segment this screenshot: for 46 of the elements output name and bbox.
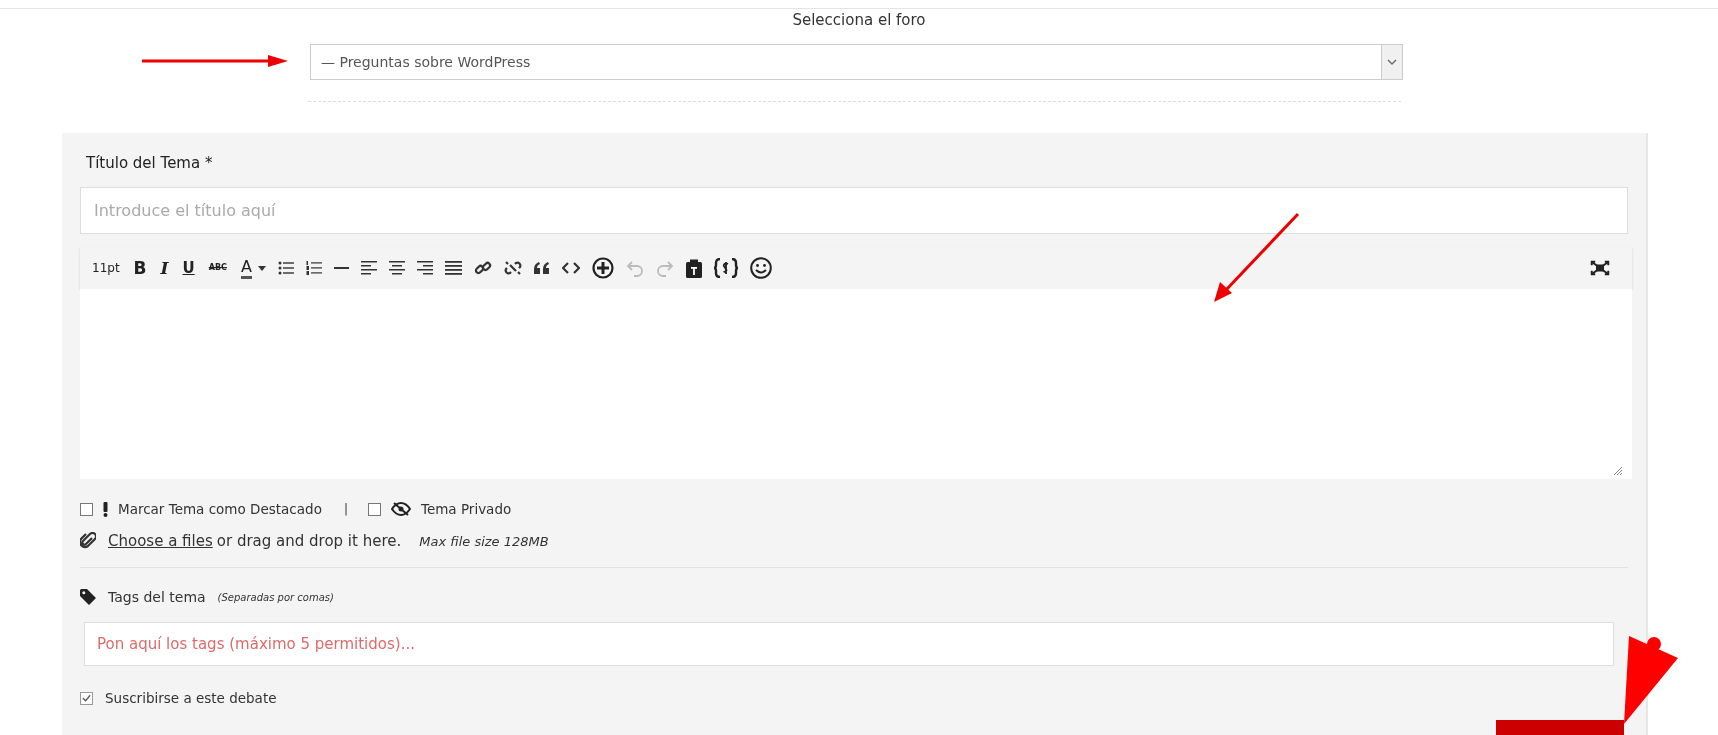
- tags-label: Tags del tema: [108, 589, 206, 605]
- eye-slash-icon: [390, 502, 411, 516]
- italic-button[interactable]: I: [160, 258, 169, 278]
- bold-button[interactable]: B: [133, 258, 147, 278]
- justify-icon[interactable]: [444, 261, 462, 275]
- topic-title-label: Título del Tema *: [86, 153, 214, 173]
- drag-drop-text: or drag and drop it here.: [216, 532, 402, 550]
- align-right-icon[interactable]: [416, 261, 433, 275]
- option-label[interactable]: Tema Privado: [420, 501, 512, 517]
- strikethrough-button[interactable]: ABC: [208, 258, 227, 278]
- exclamation-icon: [103, 501, 108, 517]
- choose-files-link[interactable]: Choose a files: [108, 532, 213, 550]
- fullscreen-icon[interactable]: [1590, 260, 1610, 276]
- paperclip-icon: [80, 532, 96, 550]
- underline-button[interactable]: U: [182, 258, 195, 278]
- horizontal-rule-icon[interactable]: [333, 267, 349, 269]
- checkbox[interactable]: [80, 691, 93, 705]
- clipboard-icon[interactable]: [685, 258, 702, 278]
- tag-icon: [80, 589, 96, 605]
- font-size-button[interactable]: 11pt: [92, 258, 120, 278]
- tags-hint: (Separadas por comas): [217, 591, 334, 603]
- options-separator: |: [343, 502, 348, 516]
- resize-handle-icon[interactable]: [1614, 467, 1622, 475]
- braces-icon[interactable]: [713, 258, 738, 278]
- numbered-list-icon[interactable]: [305, 261, 322, 275]
- bullet-list-icon[interactable]: [277, 261, 294, 275]
- text-color-button[interactable]: A: [240, 257, 252, 279]
- forum-select[interactable]: — Preguntas sobre WordPress: [310, 44, 1403, 80]
- option-label[interactable]: Marcar Tema como Destacado: [118, 501, 322, 517]
- code-icon[interactable]: [561, 262, 580, 274]
- smiley-icon[interactable]: [749, 257, 772, 279]
- max-file-size: Max file size 128MB: [419, 533, 549, 549]
- chevron-icon[interactable]: [1387, 59, 1397, 65]
- subscribe-label[interactable]: Suscribirse a este debate: [105, 690, 277, 706]
- checkbox[interactable]: [80, 502, 93, 516]
- link-icon[interactable]: [473, 259, 492, 277]
- plus-circle-icon[interactable]: [591, 257, 614, 279]
- forum-label: Selecciona el foro: [791, 10, 927, 30]
- checkbox[interactable]: [367, 502, 381, 516]
- caret-icon[interactable]: [257, 265, 266, 271]
- quote-icon[interactable]: [533, 262, 550, 274]
- align-center-icon[interactable]: [388, 261, 405, 275]
- topic-title-field[interactable]: Introduce el título aquí: [80, 187, 1628, 234]
- tags-field[interactable]: Pon aquí los tags (máximo 5 permitidos)...: [84, 622, 1614, 666]
- unlink-icon[interactable]: [503, 259, 522, 277]
- align-left-icon[interactable]: [360, 261, 377, 275]
